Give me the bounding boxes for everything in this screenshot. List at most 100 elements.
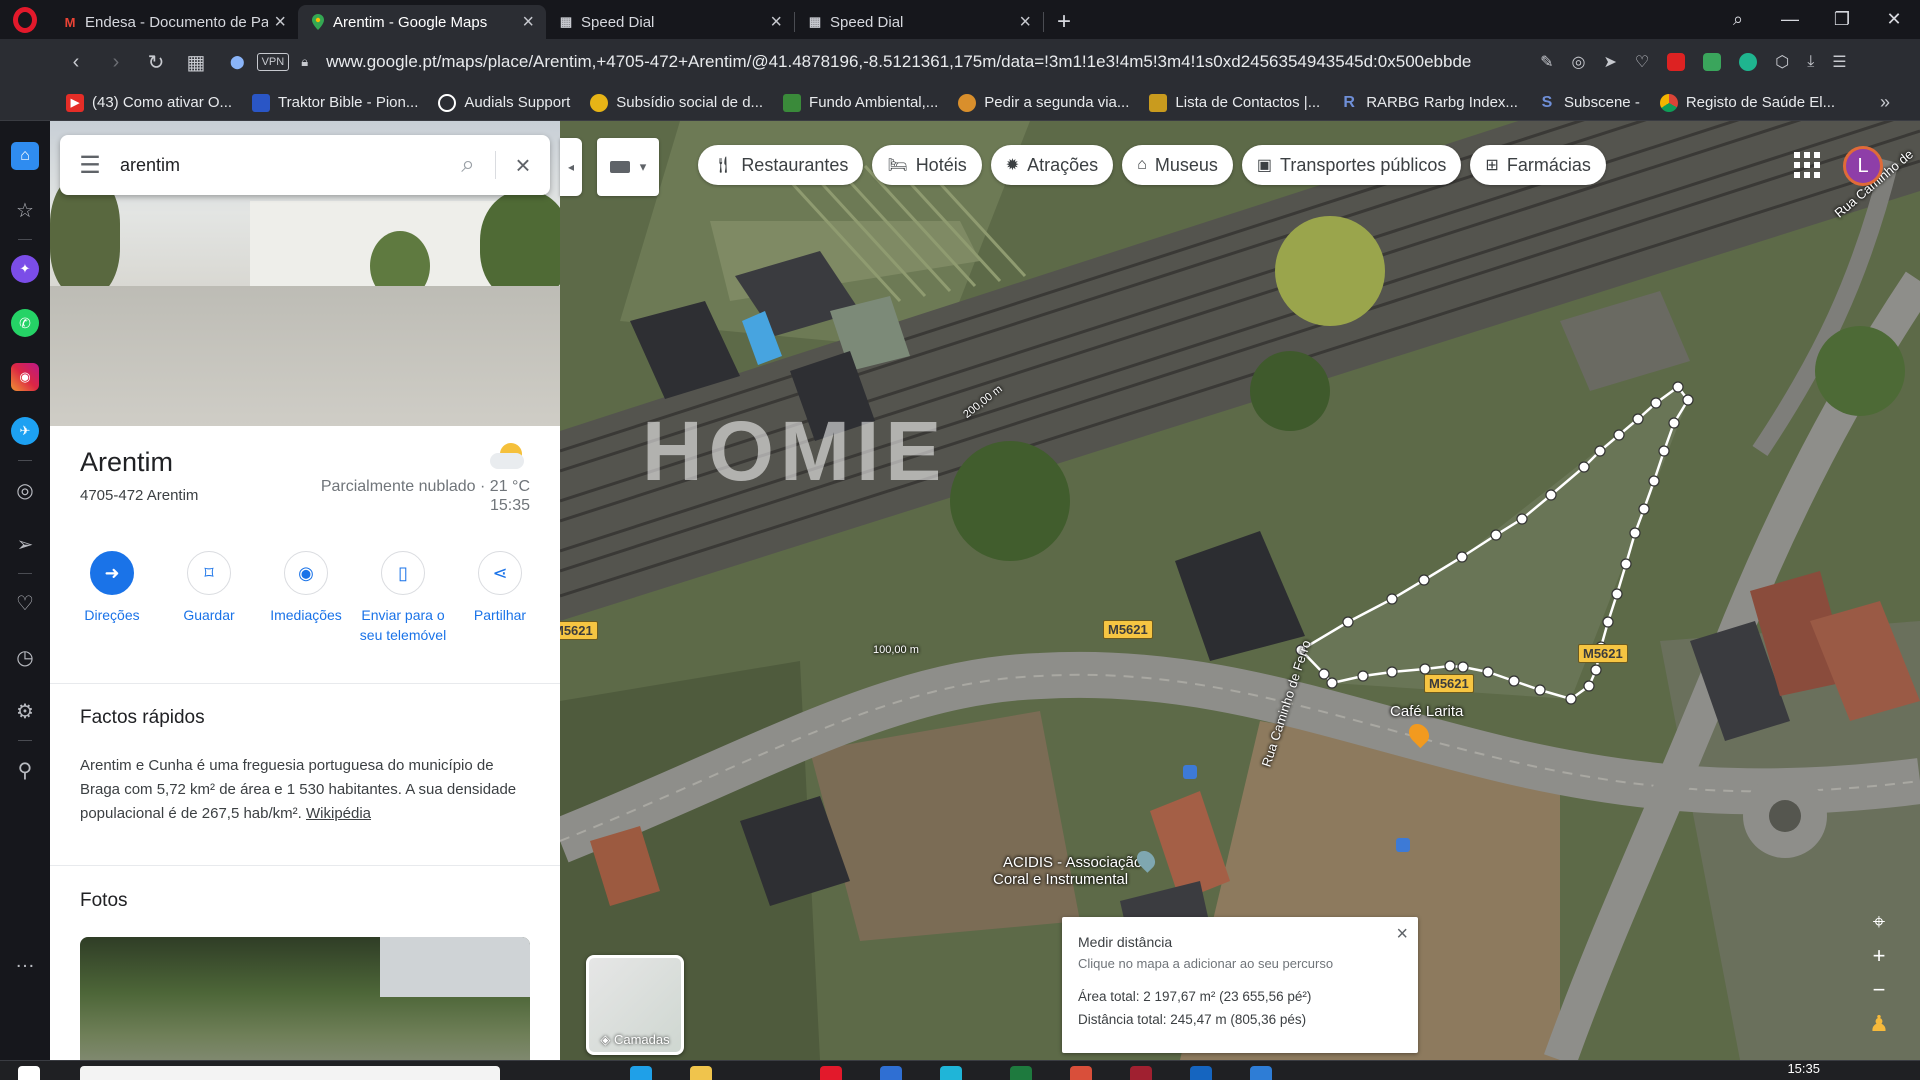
measure-vertex[interactable] xyxy=(1386,593,1398,605)
opera-logo-icon[interactable] xyxy=(0,0,50,39)
photos-thumbnail[interactable] xyxy=(80,937,530,1060)
chip-attractions[interactable]: ✹ Atrações xyxy=(990,145,1114,185)
tab-google-maps[interactable]: Arentim - Google Maps × xyxy=(298,5,546,39)
edit-icon[interactable]: ✎ xyxy=(1540,52,1553,72)
back-button[interactable]: ‹ xyxy=(56,51,96,74)
measure-vertex[interactable] xyxy=(1418,574,1430,586)
heart-icon[interactable]: ♡ xyxy=(11,589,39,617)
vpn-badge[interactable]: VPN xyxy=(256,53,290,71)
measure-vertex[interactable] xyxy=(1386,666,1398,678)
measure-vertex[interactable] xyxy=(1648,475,1660,487)
download-icon[interactable]: ⤓ xyxy=(1807,53,1814,71)
messenger-icon[interactable]: ✦ xyxy=(11,255,39,283)
bookmark-item[interactable]: Fundo Ambiental,... xyxy=(783,93,938,112)
directions-button[interactable]: ➜ Direções xyxy=(66,551,158,645)
tabs-overview-icon[interactable]: ▦ xyxy=(176,50,216,75)
measure-vertex[interactable] xyxy=(1620,558,1632,570)
url-field[interactable]: www.google.pt/maps/place/Arentim,+4705-4… xyxy=(326,52,1520,72)
lock-icon[interactable]: 🔒︎ xyxy=(301,54,308,70)
measure-vertex[interactable] xyxy=(1482,666,1494,678)
restore-button[interactable]: ❐ xyxy=(1816,9,1868,30)
save-button[interactable]: ⌑ Guardar xyxy=(163,551,255,645)
measure-vertex[interactable] xyxy=(1613,429,1625,441)
account-avatar[interactable]: L xyxy=(1843,146,1883,186)
search-icon[interactable]: ⌕ xyxy=(441,151,495,179)
bookmark-item[interactable]: ▶ (43) Como ativar O... xyxy=(66,93,232,112)
send-icon[interactable]: ➤ xyxy=(1603,52,1616,72)
tab-speed-dial[interactable]: ▦ Speed Dial × xyxy=(795,5,1043,39)
instagram-icon[interactable]: ◉ xyxy=(11,363,39,391)
close-tab-icon[interactable]: × xyxy=(1019,11,1031,34)
measure-vertex[interactable] xyxy=(1578,461,1590,473)
taskbar-app-icon[interactable] xyxy=(1010,1066,1032,1080)
measure-vertex[interactable] xyxy=(1672,381,1684,393)
new-tab-button[interactable]: + xyxy=(1044,5,1084,39)
layers-button[interactable]: ◈ Camadas xyxy=(586,955,684,1055)
bookmark-item[interactable]: Subsídio social de d... xyxy=(590,93,763,112)
taskbar-app-icon[interactable] xyxy=(1190,1066,1212,1080)
windows-start-icon[interactable] xyxy=(18,1066,40,1080)
measure-vertex[interactable] xyxy=(1456,551,1468,563)
measure-vertex[interactable] xyxy=(1444,660,1456,672)
close-tab-icon[interactable]: × xyxy=(770,11,782,34)
taskbar-app-icon[interactable] xyxy=(1130,1066,1152,1080)
measure-vertex[interactable] xyxy=(1668,417,1680,429)
easy-setup-icon[interactable]: ☰ xyxy=(1832,52,1846,72)
my-location-icon[interactable]: ⌖ xyxy=(1860,905,1898,939)
bookmark-item[interactable]: Registo de Saúde El... xyxy=(1659,93,1835,112)
cube-icon[interactable]: ⬡ xyxy=(1775,52,1789,72)
search-input[interactable]: arentim xyxy=(120,155,441,176)
bookmark-item[interactable]: Traktor Bible - Pion... xyxy=(252,93,418,112)
bookmark-item[interactable]: Pedir a segunda via... xyxy=(958,93,1129,112)
bookmark-item[interactable]: Lista de Contactos |... xyxy=(1149,93,1320,112)
taskbar-app-icon[interactable] xyxy=(880,1066,902,1080)
chip-museums[interactable]: ⌂ Museus xyxy=(1122,145,1233,185)
whatsapp-icon[interactable]: ✆ xyxy=(11,309,39,337)
measure-vertex[interactable] xyxy=(1545,489,1557,501)
measure-vertex[interactable] xyxy=(1457,661,1469,673)
bookmark-item[interactable]: S Subscene - xyxy=(1538,94,1640,112)
keyboard-shortcuts-button[interactable]: ▾ xyxy=(597,138,659,196)
measure-vertex[interactable] xyxy=(1508,675,1520,687)
chip-hotels[interactable]: 🛏︎ Hotéis xyxy=(872,145,982,185)
speed-dial-sidebar-icon[interactable]: ☆ xyxy=(11,196,39,224)
measure-vertex[interactable] xyxy=(1629,527,1641,539)
twitter-icon[interactable]: ✈ xyxy=(11,417,39,445)
flow-icon[interactable]: ➢ xyxy=(11,530,39,558)
measure-vertex[interactable] xyxy=(1326,677,1338,689)
chip-restaurants[interactable]: 🍴︎ Restaurantes xyxy=(698,145,864,185)
more-icon[interactable]: … xyxy=(11,947,39,975)
tab-speed-dial[interactable]: ▦ Speed Dial × xyxy=(546,5,794,39)
measure-vertex[interactable] xyxy=(1419,663,1431,675)
location-pin-icon[interactable]: ⬤ xyxy=(230,54,245,70)
extension-maps-icon[interactable] xyxy=(1703,53,1722,71)
close-window-button[interactable]: ✕ xyxy=(1868,9,1920,30)
measure-vertex[interactable] xyxy=(1342,616,1354,628)
camera-icon[interactable]: ◎ xyxy=(1572,52,1586,72)
share-button[interactable]: ⋖ Partilhar xyxy=(454,551,546,645)
close-tab-icon[interactable]: × xyxy=(522,11,534,34)
measure-vertex[interactable] xyxy=(1318,668,1330,680)
measure-vertex[interactable] xyxy=(1590,664,1602,676)
reload-button[interactable]: ↻ xyxy=(136,50,176,75)
send-to-phone-button[interactable]: ▯ Enviar para o seu telemóvel xyxy=(357,551,449,645)
search-tabs-icon[interactable]: ⌕ xyxy=(1712,9,1764,30)
bus-stop-icon[interactable] xyxy=(1183,765,1197,779)
player-icon[interactable]: ◎ xyxy=(11,476,39,504)
home-icon[interactable]: ⌂ xyxy=(11,142,39,170)
taskbar-app-icon[interactable] xyxy=(690,1066,712,1080)
chip-pharmacies[interactable]: ⊞ Farmácias xyxy=(1470,145,1606,185)
extension-a-icon[interactable] xyxy=(1739,53,1758,71)
measure-vertex[interactable] xyxy=(1583,680,1595,692)
zoom-in-button[interactable]: + xyxy=(1860,939,1898,973)
taskbar-app-icon[interactable] xyxy=(1250,1066,1272,1080)
measure-vertex[interactable] xyxy=(1516,513,1528,525)
measure-vertex[interactable] xyxy=(1682,394,1694,406)
measure-vertex[interactable] xyxy=(1650,397,1662,409)
google-apps-icon[interactable] xyxy=(1794,152,1820,178)
taskbar-app-icon[interactable] xyxy=(630,1066,652,1080)
measure-vertex[interactable] xyxy=(1594,445,1606,457)
close-icon[interactable]: × xyxy=(1396,923,1408,946)
taskbar-app-icon[interactable] xyxy=(1070,1066,1092,1080)
collapse-panel-button[interactable]: ◂ xyxy=(560,138,582,196)
